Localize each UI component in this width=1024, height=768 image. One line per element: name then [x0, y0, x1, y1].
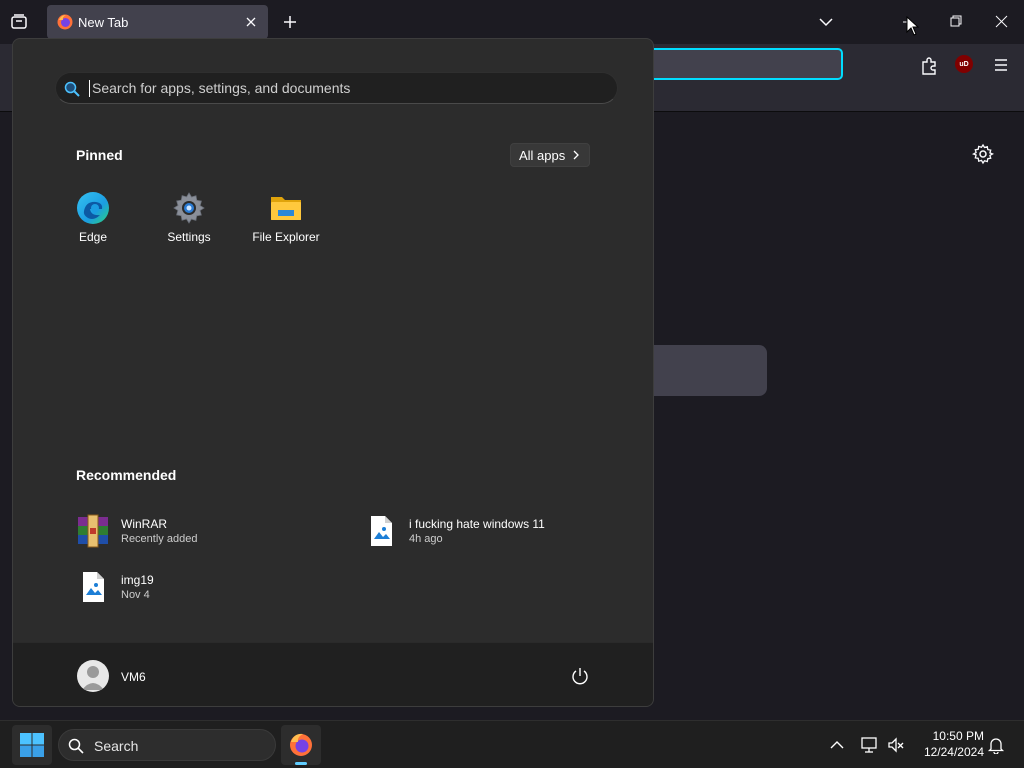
search-icon	[68, 738, 84, 754]
bell-icon[interactable]	[987, 736, 1005, 754]
avatar[interactable]	[77, 660, 109, 692]
ublock-origin-icon[interactable]: uD	[955, 55, 973, 73]
image-file-icon	[83, 572, 104, 602]
pinned-app-file-explorer[interactable]: File Explorer	[238, 189, 334, 255]
folder-icon	[271, 197, 301, 220]
settings-gear-icon	[173, 192, 205, 224]
search-icon	[64, 81, 80, 97]
edge-icon	[77, 192, 109, 224]
recommended-item-img19[interactable]: img19 Nov 4	[76, 566, 346, 608]
network-icon[interactable]	[860, 735, 880, 755]
recommended-item-subtitle: Nov 4	[121, 589, 150, 601]
plus-icon[interactable]	[280, 12, 300, 32]
windows-logo-icon	[20, 733, 44, 757]
recommended-item-name: WinRAR	[121, 517, 168, 531]
taskbar-search-box[interactable]: Search	[58, 729, 276, 761]
chevron-right-icon	[573, 150, 579, 160]
close-tab-icon[interactable]	[244, 15, 258, 29]
user-name[interactable]: VM6	[121, 670, 146, 684]
firefox-view-icon	[11, 14, 27, 29]
start-search-box[interactable]	[55, 72, 618, 104]
taskbar-app-firefox[interactable]	[281, 725, 321, 765]
user-icon	[82, 666, 104, 690]
recommended-item-subtitle: Recently added	[121, 533, 198, 545]
recommended-item-subtitle: 4h ago	[409, 533, 443, 545]
start-menu-footer: VM6	[13, 642, 653, 706]
mouse-cursor-icon	[906, 16, 920, 36]
all-apps-button[interactable]: All apps	[510, 143, 590, 167]
pinned-section-title: Pinned	[76, 147, 123, 163]
recommended-item-name: i fucking hate windows 11	[409, 517, 545, 531]
all-apps-label: All apps	[519, 147, 566, 163]
taskbar: Search 10:50 PM 12/24/2024	[0, 720, 1024, 768]
winrar-icon	[78, 514, 108, 548]
start-search-input[interactable]	[92, 73, 592, 103]
clock-time: 10:50 PM	[932, 729, 984, 743]
url-bar[interactable]	[630, 48, 843, 80]
pinned-app-settings[interactable]: Settings	[141, 189, 237, 255]
firefox-icon	[57, 14, 73, 30]
firefox-icon	[290, 733, 312, 756]
chevron-down-icon[interactable]	[816, 12, 836, 32]
pinned-app-label: Edge	[78, 230, 108, 244]
ublock-badge-text: uD	[959, 60, 969, 68]
power-icon[interactable]	[569, 665, 591, 687]
pinned-app-label: Settings	[167, 230, 211, 244]
pinned-app-label: File Explorer	[252, 230, 320, 244]
extensions-puzzle-icon[interactable]	[918, 54, 940, 76]
tab-new-tab[interactable]: New Tab	[47, 5, 268, 39]
recommended-section-title: Recommended	[76, 467, 177, 483]
running-indicator	[295, 762, 307, 765]
hamburger-menu-icon[interactable]	[990, 54, 1012, 76]
chevron-up-icon[interactable]	[828, 736, 846, 754]
gear-icon[interactable]	[972, 143, 994, 165]
recommended-item-winrar[interactable]: WinRAR Recently added	[76, 510, 346, 552]
restore-window-icon[interactable]	[940, 8, 972, 36]
start-button[interactable]	[12, 725, 52, 765]
tab-title: New Tab	[78, 15, 129, 30]
taskbar-clock[interactable]: 10:50 PM 12/24/2024	[914, 729, 984, 759]
start-menu: Pinned All apps Edge	[12, 38, 654, 707]
image-file-icon	[371, 516, 392, 546]
taskbar-search-label: Search	[94, 738, 139, 754]
clock-date: 12/24/2024	[923, 745, 984, 759]
recommended-item-name: img19	[121, 573, 154, 587]
volume-muted-icon[interactable]	[886, 735, 906, 755]
recommended-item-image-file[interactable]: i fucking hate windows 11 4h ago	[364, 510, 634, 552]
firefox-view-button[interactable]	[8, 11, 30, 33]
close-window-icon[interactable]	[986, 8, 1018, 36]
text-caret	[89, 80, 90, 97]
pinned-app-edge[interactable]: Edge	[45, 189, 141, 255]
